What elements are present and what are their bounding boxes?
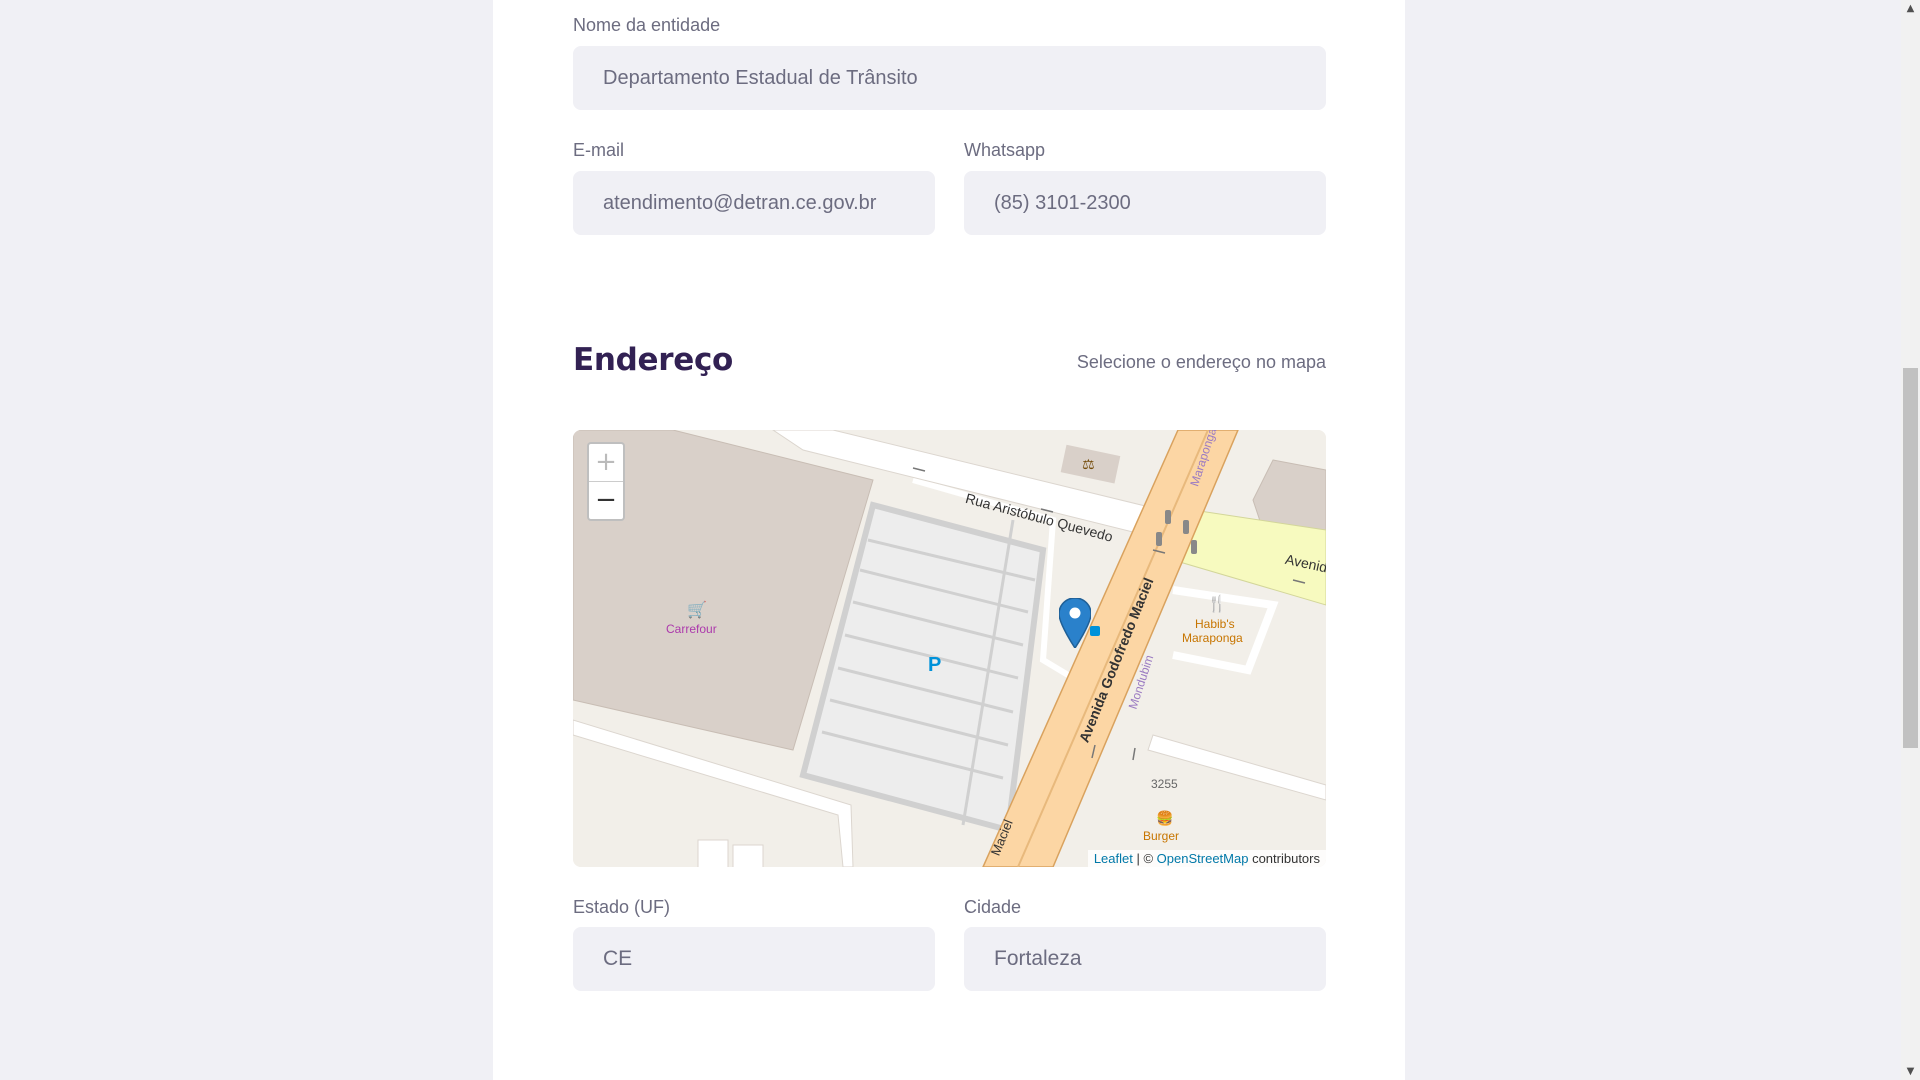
zoom-out-button[interactable]: − <box>589 482 623 519</box>
whatsapp-label: Whatsapp <box>964 140 1046 160</box>
state-label: Estado (UF) <box>573 897 671 917</box>
burger-icon: 🍔 <box>1156 810 1174 826</box>
scroll-up-arrow-icon[interactable]: ▲ <box>1901 0 1920 17</box>
map-label-habibs: Habib's <box>1195 617 1235 631</box>
map-label-carrefour: Carrefour <box>666 622 717 636</box>
address-section-title: Endereço <box>573 342 734 378</box>
city-label: Cidade <box>964 897 1022 917</box>
openstreetmap-link[interactable]: OpenStreetMap <box>1157 851 1249 866</box>
scroll-down-arrow-icon[interactable]: ▼ <box>1901 1063 1920 1080</box>
bus-stop-icon <box>1090 626 1100 636</box>
entity-name-label: Nome da entidade <box>573 15 721 35</box>
location-marker-icon[interactable] <box>1059 598 1091 648</box>
courthouse-icon: ⚖ <box>1082 456 1095 472</box>
entity-name-input[interactable] <box>573 46 1326 110</box>
leaflet-link[interactable]: Leaflet <box>1094 851 1133 866</box>
whatsapp-input[interactable] <box>964 171 1326 235</box>
address-section-hint: Selecione o endereço no mapa <box>1076 352 1326 372</box>
attribution-suffix: contributors <box>1248 851 1320 866</box>
city-input[interactable] <box>964 927 1326 991</box>
map-label-number: 3255 <box>1151 777 1178 791</box>
email-label: E-mail <box>573 140 625 160</box>
page: Nome da entidade E-mail Whatsapp Endereç… <box>0 0 1920 1080</box>
scrollbar-thumb[interactable] <box>1903 368 1918 748</box>
email-input[interactable] <box>573 171 935 235</box>
address-map[interactable]: Rua Aristóbulo Quevedo Avenida Godofredo… <box>573 430 1326 867</box>
map-label-parking: P <box>928 654 942 676</box>
map-zoom-control: + − <box>587 442 625 521</box>
map-tiles <box>573 430 1326 867</box>
map-attribution: Leaflet | © OpenStreetMap contributors <box>1087 850 1326 867</box>
map-label-burger: Burger <box>1143 829 1180 843</box>
restaurant-icon: 🍴 <box>1207 596 1227 613</box>
state-input[interactable] <box>573 927 935 991</box>
map-label-habibs-2: Maraponga <box>1182 631 1243 645</box>
cart-icon: 🛒 <box>687 602 707 619</box>
attribution-separator: | © <box>1132 851 1157 866</box>
zoom-in-button[interactable]: + <box>589 444 623 481</box>
